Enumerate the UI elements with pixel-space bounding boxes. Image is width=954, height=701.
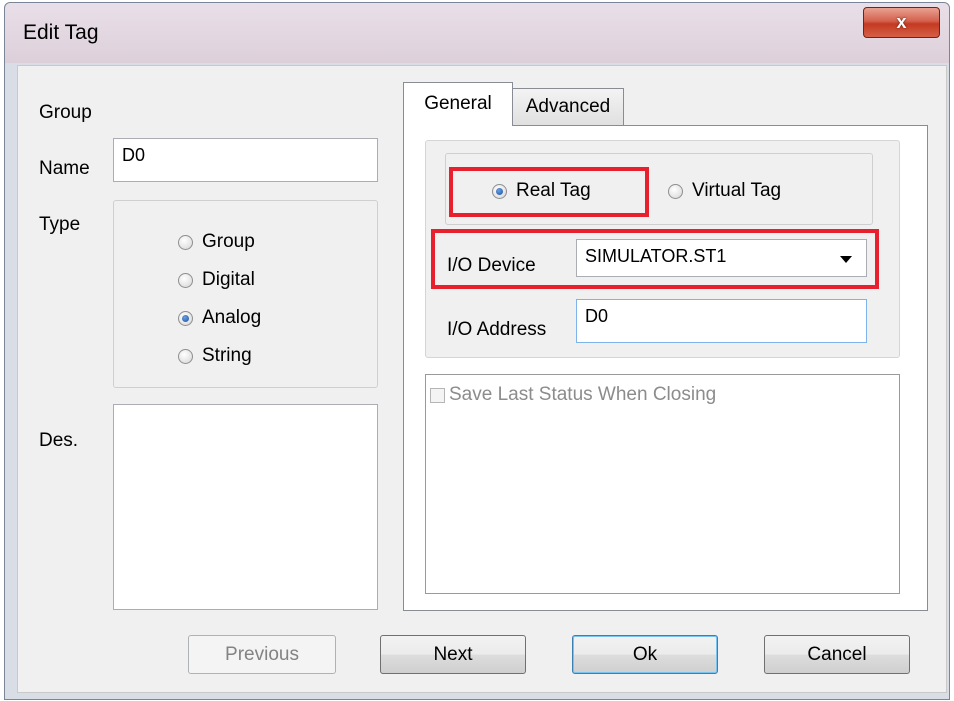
io-device-label: I/O Device (447, 255, 536, 276)
real-tag-radio[interactable]: Real Tag (492, 180, 591, 202)
title-bar[interactable]: Edit Tag x (5, 3, 949, 63)
description-textarea[interactable] (113, 404, 378, 610)
type-radio-analog[interactable]: Analog (178, 307, 261, 329)
io-device-value: SIMULATOR.ST1 (585, 246, 727, 266)
radio-selected-icon (178, 310, 193, 326)
cancel-button[interactable]: Cancel (764, 635, 910, 674)
type-groupbox: Group Digital Analog String (113, 200, 378, 388)
type-option-label: Analog (202, 307, 262, 328)
tab-general[interactable]: General (403, 82, 513, 126)
virtual-tag-radio[interactable]: Virtual Tag (668, 180, 781, 202)
tab-advanced[interactable]: Advanced (512, 88, 624, 126)
group-label: Group (39, 102, 92, 123)
io-address-input[interactable]: D0 (576, 299, 867, 343)
name-input[interactable]: D0 (113, 138, 378, 182)
type-radio-group[interactable]: Group (178, 231, 255, 253)
type-label: Type (39, 214, 81, 235)
tab-panel-general: Real Tag Virtual Tag I/O Device SIMULATO… (403, 125, 928, 611)
io-address-label: I/O Address (447, 319, 547, 340)
radio-label: Virtual Tag (692, 180, 782, 201)
tab-label: General (424, 93, 492, 114)
radio-icon (178, 348, 193, 364)
window-title: Edit Tag (23, 21, 99, 44)
radio-icon (668, 183, 683, 199)
name-label: Name (39, 158, 90, 179)
ok-button[interactable]: Ok (572, 635, 718, 674)
tab-label: Advanced (525, 96, 611, 117)
next-button[interactable]: Next (380, 635, 526, 674)
description-label: Des. (39, 430, 79, 451)
save-last-status-checkbox[interactable]: Save Last Status When Closing (430, 384, 716, 406)
close-button[interactable]: x (863, 7, 940, 38)
dialog-window: Edit Tag x Group Name D0 Type Group Digi… (4, 2, 950, 700)
type-option-label: Group (202, 231, 255, 252)
previous-button[interactable]: Previous (188, 635, 336, 674)
radio-selected-icon (492, 183, 507, 199)
chevron-down-icon (840, 256, 852, 263)
type-option-label: String (202, 345, 252, 366)
save-last-status-label: Save Last Status When Closing (449, 384, 717, 405)
type-option-label: Digital (202, 269, 255, 290)
io-device-select[interactable]: SIMULATOR.ST1 (576, 239, 867, 277)
type-radio-string[interactable]: String (178, 345, 252, 367)
dialog-body: Group Name D0 Type Group Digital Analog … (17, 65, 947, 693)
type-radio-digital[interactable]: Digital (178, 269, 255, 291)
io-settings-panel: Real Tag Virtual Tag I/O Device SIMULATO… (425, 140, 900, 358)
options-box: Save Last Status When Closing (425, 374, 900, 594)
radio-icon (178, 272, 193, 288)
radio-icon (178, 234, 193, 250)
radio-label: Real Tag (516, 180, 591, 201)
checkbox-icon (430, 387, 445, 403)
close-icon: x (896, 12, 907, 32)
